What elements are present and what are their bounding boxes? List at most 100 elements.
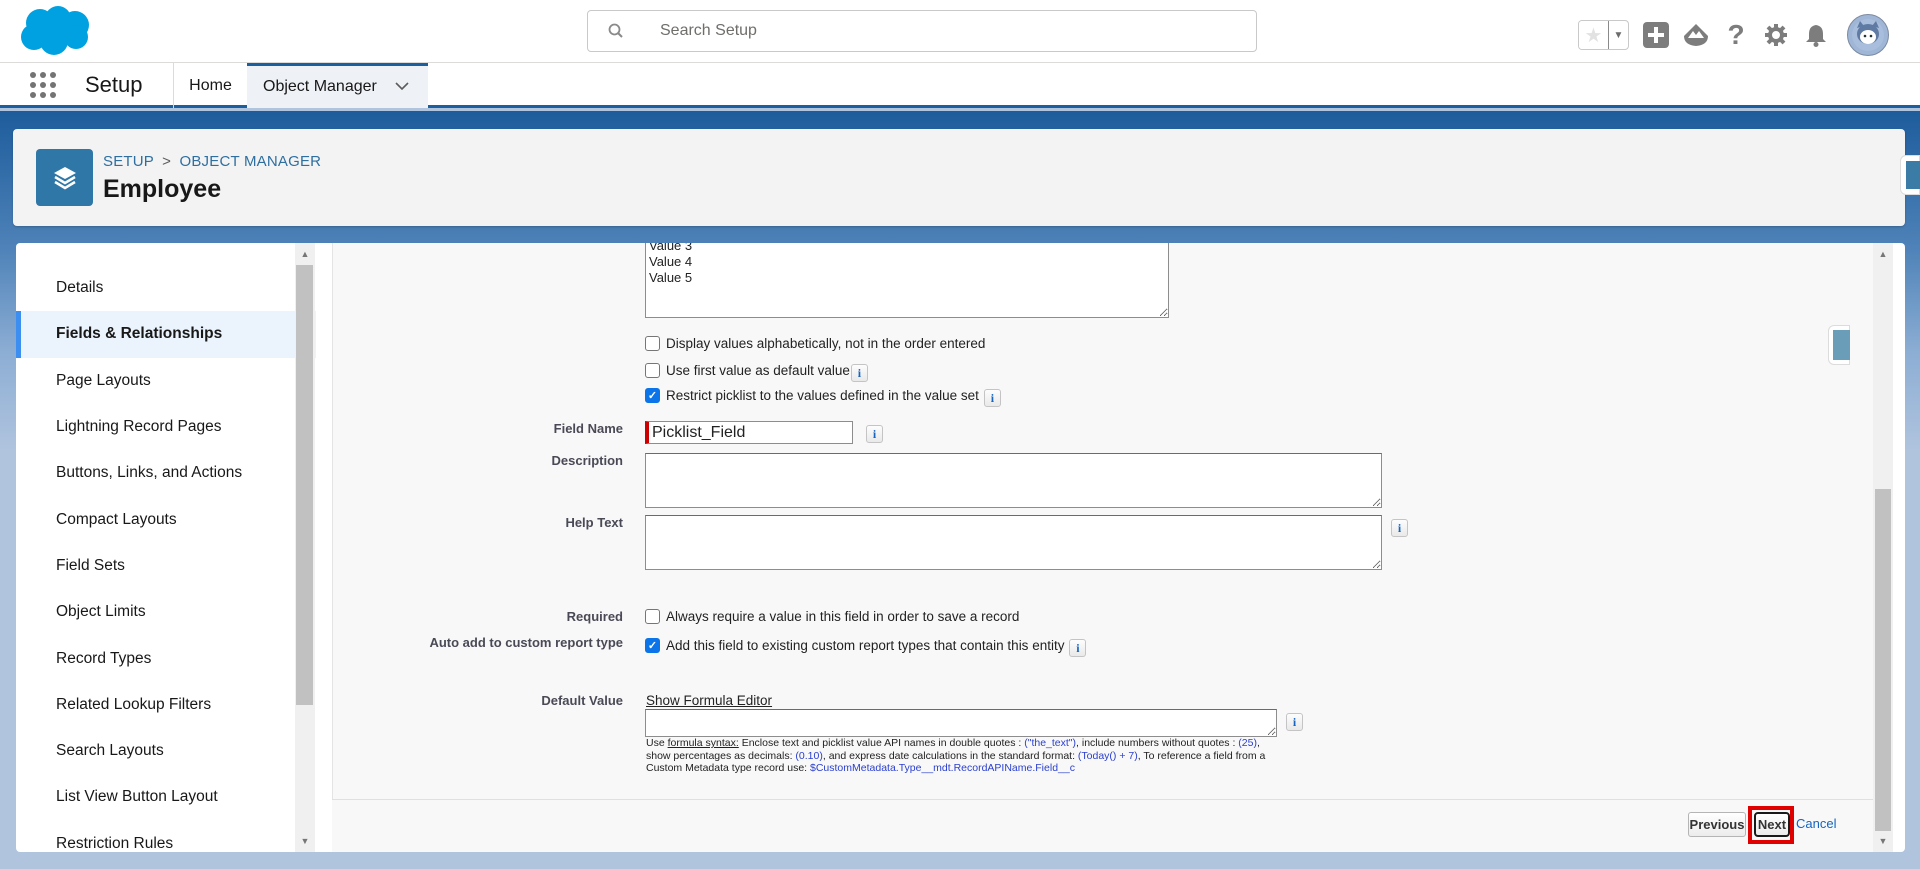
help-example: (Today() + 7) bbox=[1077, 749, 1138, 762]
notifications-bell-icon[interactable] bbox=[1803, 22, 1829, 48]
sidebar-scroll-thumb[interactable] bbox=[296, 265, 313, 705]
sidebar-item-compact-layouts[interactable]: Compact Layouts bbox=[16, 496, 316, 542]
first-value-default-label: Use first value as default value bbox=[666, 362, 850, 378]
tab-home[interactable]: Home bbox=[173, 63, 247, 108]
favorites-group: ★ ▼ bbox=[1578, 20, 1629, 50]
breadcrumb-setup[interactable]: SETUP bbox=[103, 153, 154, 170]
app-name: Setup bbox=[85, 72, 143, 97]
display-alphabetically-label: Display values alphabetically, not in th… bbox=[666, 336, 986, 351]
sidebar-item-related-lookup-filters[interactable]: Related Lookup Filters bbox=[16, 682, 316, 728]
scroll-down-icon[interactable]: ▼ bbox=[295, 832, 315, 850]
auto-add-checkbox[interactable]: ✓ bbox=[645, 638, 660, 653]
tab-object-manager-label: Object Manager bbox=[263, 78, 377, 95]
sidebar-item-label: Page Layouts bbox=[56, 371, 151, 389]
info-icon[interactable]: i bbox=[850, 364, 868, 382]
restrict-picklist-row: ✓ Restrict picklist to the values define… bbox=[645, 384, 1001, 407]
info-icon[interactable]: i bbox=[1391, 519, 1408, 537]
sidebar-item-search-layouts[interactable]: Search Layouts bbox=[16, 728, 316, 774]
info-icon[interactable]: i bbox=[1069, 639, 1087, 657]
main-scrollbar[interactable]: ▲ ▼ bbox=[1873, 243, 1893, 852]
field-name-label: Field Name bbox=[553, 421, 623, 436]
sidebar-item-label: Restriction Rules bbox=[56, 834, 174, 852]
favorites-dropdown-icon[interactable]: ▼ bbox=[1608, 21, 1628, 49]
formula-help-text: Use formula syntax: Enclose text and pic… bbox=[646, 737, 1286, 775]
sidebar-item-field-sets[interactable]: Field Sets bbox=[16, 543, 316, 589]
header-actions: ★ ▼ ? bbox=[1578, 14, 1889, 56]
sidebar-item-label: Fields & Relationships bbox=[56, 325, 223, 343]
global-add-icon[interactable] bbox=[1643, 22, 1669, 48]
scroll-up-icon[interactable]: ▲ bbox=[1873, 245, 1893, 263]
breadcrumb-object-manager[interactable]: OBJECT MANAGER bbox=[179, 153, 321, 170]
sidebar-item-label: Details bbox=[56, 279, 104, 297]
sidebar-item-record-types[interactable]: Record Types bbox=[16, 635, 316, 681]
sidebar-item-label: Compact Layouts bbox=[56, 510, 177, 528]
sidebar-item-label: List View Button Layout bbox=[56, 788, 218, 806]
sidebar-item-object-limits[interactable]: Object Limits bbox=[16, 589, 316, 635]
info-icon[interactable]: i bbox=[866, 425, 883, 443]
chevron-down-icon[interactable] bbox=[395, 78, 409, 96]
required-row: Always require a value in this field in … bbox=[645, 609, 1019, 624]
first-value-default-row: Use first value as default value i bbox=[645, 358, 868, 382]
description-label: Description bbox=[551, 453, 623, 468]
info-icon[interactable]: i bbox=[1286, 713, 1303, 731]
main-panel: Value 3 Value 4 Value 5 Display values a… bbox=[316, 243, 1905, 852]
right-panel-toggle[interactable] bbox=[1900, 155, 1920, 195]
sidebar-item-list-view-button-layout[interactable]: List View Button Layout bbox=[16, 774, 316, 820]
sidebar-item-restriction-rules[interactable]: Restriction Rules bbox=[16, 821, 316, 852]
sidebar-item-page-layouts[interactable]: Page Layouts bbox=[16, 358, 316, 404]
trailhead-icon[interactable] bbox=[1683, 22, 1709, 48]
display-alphabetically-checkbox[interactable] bbox=[645, 336, 660, 351]
setup-gear-icon[interactable] bbox=[1763, 22, 1789, 48]
tab-home-label: Home bbox=[189, 76, 232, 94]
main-scroll-thumb[interactable] bbox=[1875, 489, 1891, 831]
user-avatar[interactable] bbox=[1847, 14, 1889, 56]
tab-object-manager[interactable]: Object Manager bbox=[247, 63, 428, 108]
scroll-up-icon[interactable]: ▲ bbox=[295, 245, 315, 263]
side-panel-handle[interactable] bbox=[1828, 325, 1850, 365]
help-icon[interactable]: ? bbox=[1723, 19, 1749, 50]
help-text-part: , and express date calculations in the s… bbox=[822, 749, 1078, 762]
sidebar-item-lightning-record-pages[interactable]: Lightning Record Pages bbox=[16, 404, 316, 450]
help-text-label: Help Text bbox=[565, 515, 623, 530]
help-text-textarea[interactable] bbox=[645, 515, 1382, 570]
auto-add-checkbox-label: Add this field to existing custom report… bbox=[666, 638, 1065, 653]
sidebar-item-label: Object Limits bbox=[56, 603, 146, 621]
previous-button[interactable]: Previous bbox=[1688, 812, 1746, 837]
sidebar-item-buttons-links-actions[interactable]: Buttons, Links, and Actions bbox=[16, 450, 316, 496]
default-value-textarea[interactable] bbox=[645, 709, 1277, 737]
breadcrumb: SETUP > OBJECT MANAGER bbox=[103, 153, 321, 170]
show-formula-editor-link[interactable]: Show Formula Editor bbox=[646, 693, 772, 708]
formula-syntax-link[interactable]: formula syntax: bbox=[668, 737, 739, 749]
search-input[interactable] bbox=[660, 22, 1220, 40]
layers-icon bbox=[36, 149, 93, 206]
field-name-input[interactable] bbox=[645, 421, 853, 444]
restrict-picklist-checkbox[interactable]: ✓ bbox=[645, 388, 660, 403]
salesforce-logo[interactable] bbox=[18, 5, 94, 57]
info-icon[interactable]: i bbox=[983, 389, 1001, 407]
help-example: $CustomMetadata.Type__mdt.RecordAPIName.… bbox=[810, 762, 1075, 774]
breadcrumb-separator: > bbox=[162, 153, 172, 170]
auto-add-row: ✓ Add this field to existing custom repo… bbox=[645, 634, 1087, 657]
restrict-picklist-label: Restrict picklist to the values defined … bbox=[666, 388, 979, 403]
required-checkbox[interactable] bbox=[645, 609, 660, 624]
scroll-down-icon[interactable]: ▼ bbox=[1873, 832, 1893, 850]
first-value-default-checkbox[interactable] bbox=[645, 362, 660, 378]
help-text-part: , include numbers without quotes : bbox=[1076, 737, 1239, 749]
sidebar-scrollbar[interactable]: ▲ ▼ bbox=[295, 243, 315, 852]
sidebar-item-label: Buttons, Links, and Actions bbox=[56, 464, 243, 482]
next-button[interactable]: Next bbox=[1754, 812, 1790, 837]
sidebar-item-fields-relationships[interactable]: Fields & Relationships bbox=[16, 311, 316, 358]
wizard-footer bbox=[332, 799, 1873, 852]
picklist-values-textarea[interactable]: Value 3 Value 4 Value 5 bbox=[645, 243, 1169, 318]
sidebar-item-details[interactable]: Details bbox=[16, 265, 316, 311]
global-header: ★ ▼ ? bbox=[0, 0, 1920, 63]
cancel-link[interactable]: Cancel bbox=[1796, 816, 1836, 831]
favorites-star-icon[interactable]: ★ bbox=[1579, 21, 1608, 49]
default-value-label: Default Value bbox=[541, 693, 623, 708]
object-header: SETUP > OBJECT MANAGER Employee bbox=[13, 129, 1905, 226]
description-textarea[interactable] bbox=[645, 453, 1382, 508]
context-bar: Setup Home Object Manager bbox=[0, 63, 1920, 108]
search-setup-box[interactable] bbox=[587, 10, 1257, 52]
app-launcher-icon[interactable] bbox=[30, 72, 56, 98]
help-text-part: Enclose text and picklist value API name… bbox=[738, 737, 1025, 749]
